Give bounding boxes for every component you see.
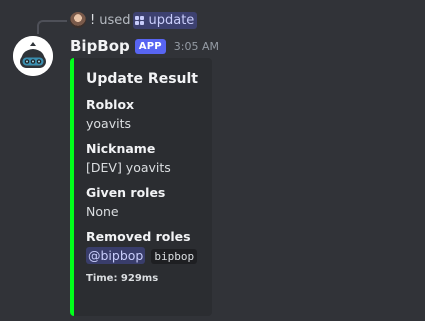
embed-card: Update Result Roblox yoavits Nickname [D…	[70, 58, 212, 316]
embed-field: Roblox yoavits	[86, 96, 200, 134]
role-code: bipbop	[151, 249, 198, 264]
message-timestamp[interactable]: 3:05 AM	[174, 40, 219, 53]
bot-avatar[interactable]	[13, 36, 53, 76]
embed-footer: Time: 929ms	[86, 273, 159, 284]
app-badge: APP	[134, 38, 166, 54]
reply-context[interactable]: ! used update	[70, 11, 198, 29]
embed-field: Given roles None	[86, 184, 200, 222]
reply-username[interactable]: !	[90, 13, 95, 28]
command-name: update	[148, 12, 195, 28]
embed-field: Removed roles @bipbop bipbop	[86, 228, 200, 267]
command-mention[interactable]: update	[133, 11, 198, 29]
reply-user-avatar[interactable]	[70, 12, 86, 28]
embed-title: Update Result	[86, 71, 198, 87]
reply-connector	[37, 20, 67, 34]
field-value: @bipbop bipbop	[86, 246, 200, 267]
embed-field: Nickname [DEV] yoavits	[86, 140, 200, 178]
field-value: [DEV] yoavits	[86, 160, 171, 175]
field-name: Nickname	[86, 141, 156, 156]
robot-avatar-icon	[13, 36, 53, 76]
field-name: Removed roles	[86, 229, 191, 244]
field-value: None	[86, 204, 119, 219]
message-header: BipBop APP 3:05 AM	[70, 36, 219, 56]
role-mention[interactable]: @bipbop	[86, 247, 146, 264]
field-name: Given roles	[86, 185, 166, 200]
field-name: Roblox	[86, 97, 135, 112]
author-name[interactable]: BipBop	[70, 37, 130, 55]
reply-action: used	[99, 12, 131, 28]
field-value: yoavits	[86, 116, 131, 131]
slash-command-icon	[135, 15, 145, 25]
